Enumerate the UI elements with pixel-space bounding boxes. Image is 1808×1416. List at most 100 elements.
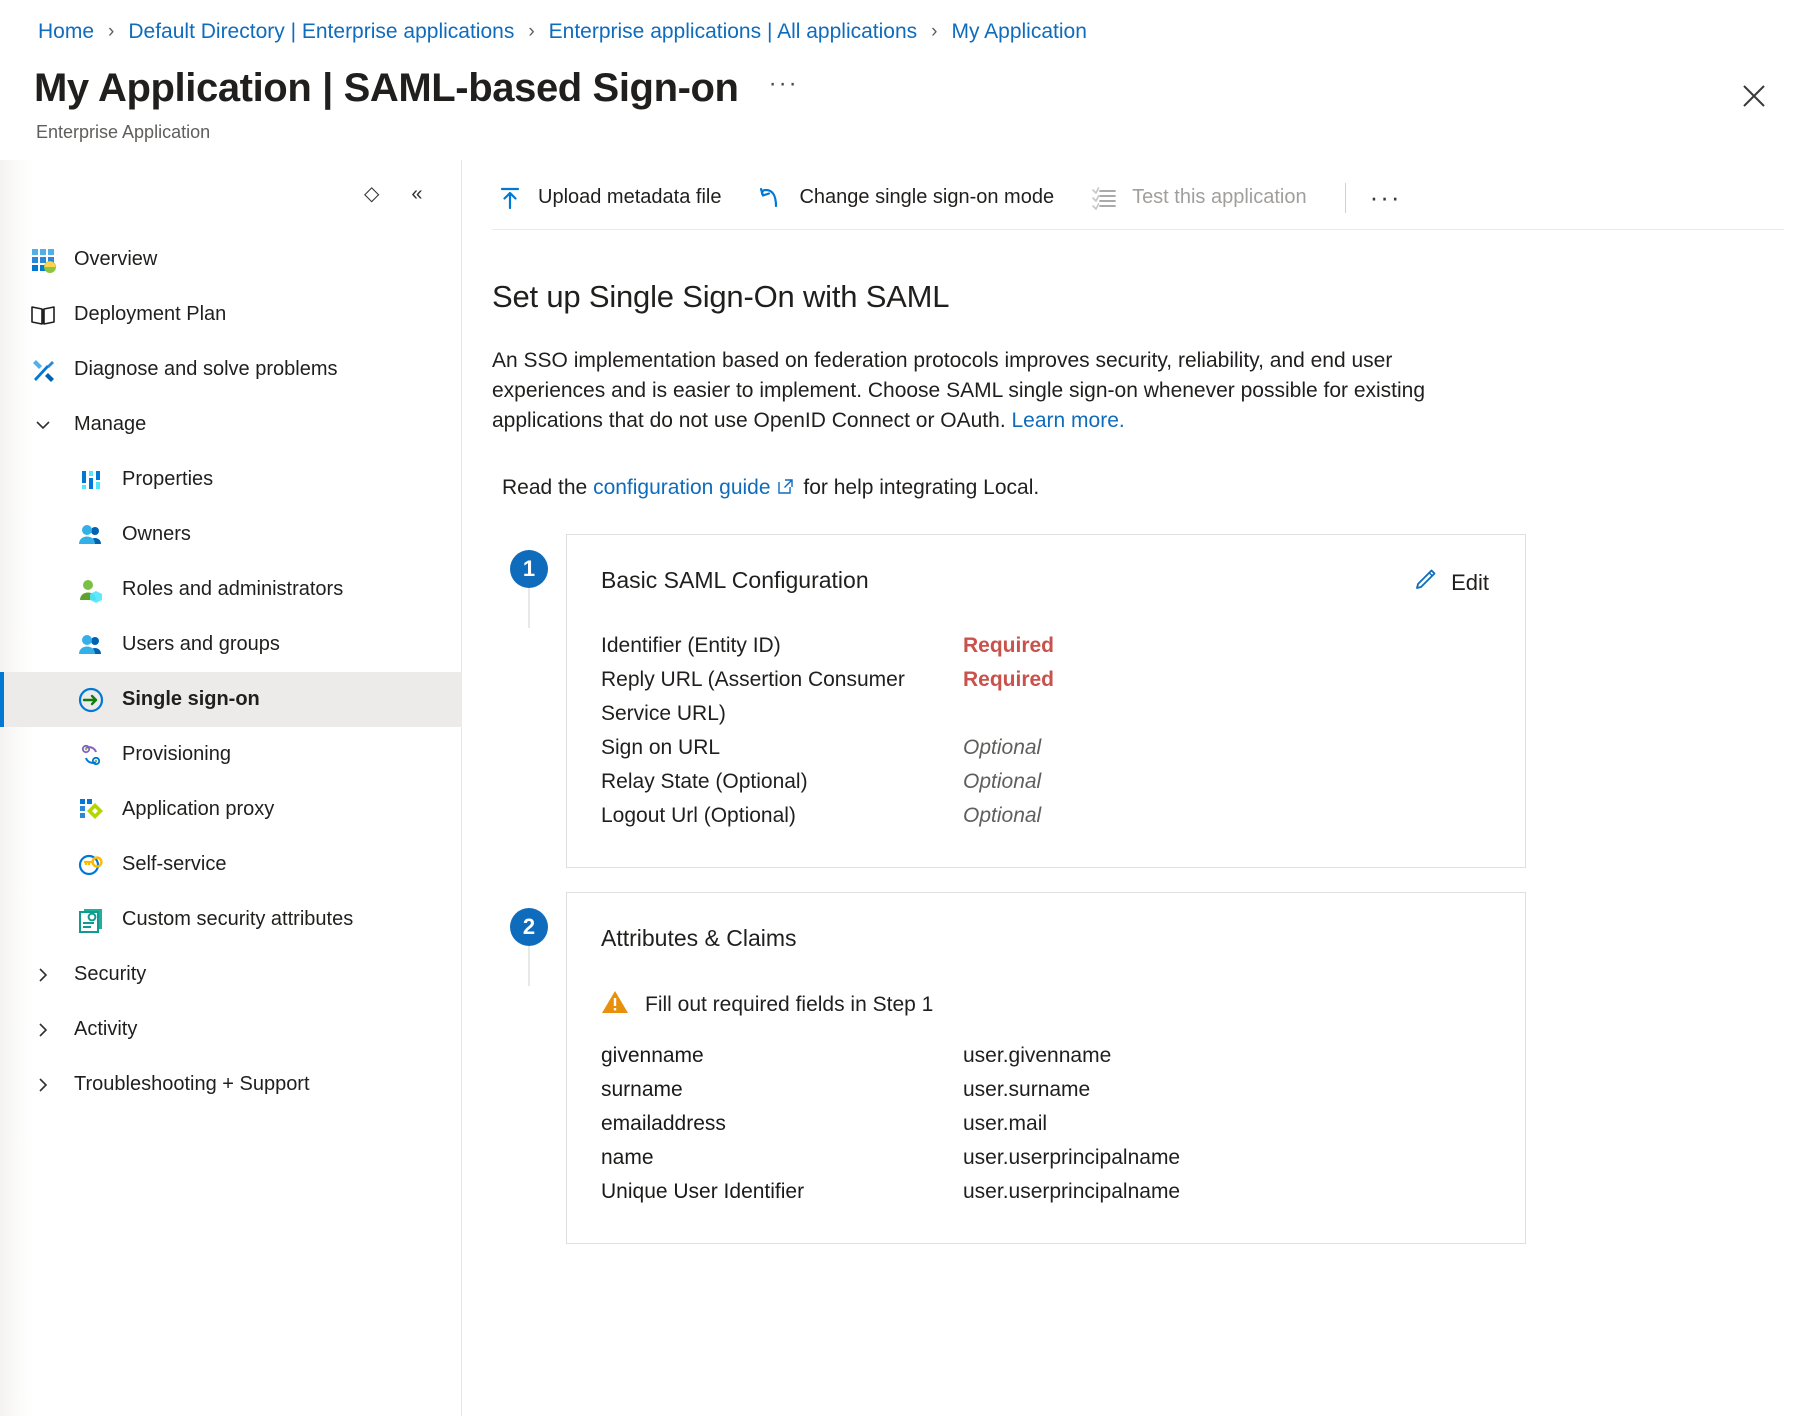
sidebar-item-label: Activity <box>74 1018 138 1040</box>
field-status: Optional <box>963 736 1042 759</box>
breadcrumb-item-my-application[interactable]: My Application <box>951 18 1086 46</box>
sidebar-item-label: Diagnose and solve problems <box>74 358 338 380</box>
sidebar-group-troubleshooting-support[interactable]: Troubleshooting + Support <box>0 1057 462 1112</box>
breadcrumb-item-default-directory[interactable]: Default Directory | Enterprise applicati… <box>128 18 514 46</box>
table-row: Identifier (Entity ID) Required <box>601 629 1491 663</box>
sidebar-item-diagnose-and-solve-problems[interactable]: Diagnose and solve problems <box>0 342 462 397</box>
sidebar-item-provisioning[interactable]: Provisioning <box>0 727 462 782</box>
sidebar-group-security[interactable]: Security <box>0 947 462 1002</box>
owners-icon <box>76 520 106 550</box>
claim-value: user.givenname <box>963 1044 1112 1067</box>
undo-icon <box>757 184 785 212</box>
command-label: Change single sign-on mode <box>799 186 1055 208</box>
sidebar-item-label: Provisioning <box>122 743 231 765</box>
step-number-badge: 1 <box>510 550 548 588</box>
test-this-application-button[interactable]: Test this application <box>1086 176 1325 220</box>
sidebar-item-deployment-plan[interactable]: Deployment Plan <box>0 287 462 342</box>
sidebar-item-users-and-groups[interactable]: Users and groups <box>0 617 462 672</box>
table-row: name user.userprincipalname <box>601 1141 1491 1175</box>
pencil-icon <box>1412 567 1438 599</box>
chevron-down-icon <box>28 416 58 434</box>
sidebar-item-single-sign-on[interactable]: Single sign-on <box>0 672 462 727</box>
users-groups-icon <box>76 630 106 660</box>
required-fields-warning: Fill out required fields in Step 1 <box>601 989 1491 1021</box>
field-label: Reply URL (Assertion Consumer Service UR… <box>601 668 905 725</box>
step-number-badge: 2 <box>510 908 548 946</box>
sidebar-item-label: Owners <box>122 523 191 545</box>
claim-value: user.mail <box>963 1112 1048 1135</box>
sidebar-item-label: Self-service <box>122 853 227 875</box>
command-label: Test this application <box>1132 186 1307 208</box>
edit-basic-saml-configuration-button[interactable]: Edit <box>1412 567 1489 599</box>
breadcrumb-separator: › <box>108 21 115 42</box>
breadcrumb-item-enterprise-applications[interactable]: Enterprise applications | All applicatio… <box>549 18 918 46</box>
chevron-right-icon <box>28 966 58 984</box>
table-row: Logout Url (Optional) Optional <box>601 799 1491 833</box>
upload-metadata-file-button[interactable]: Upload metadata file <box>492 176 739 220</box>
configuration-guide-link[interactable]: configuration guide <box>593 476 770 499</box>
sidebar-group-activity[interactable]: Activity <box>0 1002 462 1057</box>
step-attributes-and-claims: 2 Attributes & Claims Fill out required … <box>492 892 1808 1244</box>
field-label: Relay State (Optional) <box>601 770 808 793</box>
breadcrumb-separator: › <box>931 21 938 42</box>
provisioning-icon <box>76 740 106 770</box>
intro-paragraph-text: An SSO implementation based on federatio… <box>492 349 1426 432</box>
field-label: Identifier (Entity ID) <box>601 634 781 657</box>
sidebar-item-label: Security <box>74 963 147 985</box>
sidebar-group-manage[interactable]: Manage <box>0 397 462 452</box>
chevron-right-icon <box>28 1021 58 1039</box>
intro-paragraph: An SSO implementation based on federatio… <box>492 346 1502 436</box>
sidebar-item-custom-security-attributes[interactable]: Custom security attributes <box>0 892 462 947</box>
resize-handle-icon[interactable]: ◇ <box>364 184 379 204</box>
sidebar-item-self-service[interactable]: Self-service <box>0 837 462 892</box>
sidebar-item-label: Roles and administrators <box>122 578 344 600</box>
sidebar-item-label: Properties <box>122 468 214 490</box>
claim-name: Unique User Identifier <box>601 1180 805 1203</box>
table-row: Sign on URL Optional <box>601 731 1491 765</box>
application-proxy-icon <box>76 795 106 825</box>
table-row: givenname user.givenname <box>601 1039 1491 1073</box>
warning-text: Fill out required fields in Step 1 <box>645 993 934 1016</box>
sidebar-item-label: Overview <box>74 248 158 270</box>
sidebar-item-roles-and-administrators[interactable]: Roles and administrators <box>0 562 462 617</box>
breadcrumb-item-home[interactable]: Home <box>38 18 94 46</box>
overview-icon <box>28 245 58 275</box>
sidebar-item-owners[interactable]: Owners <box>0 507 462 562</box>
left-navigation-rail: ◇ « Overview Deployment Plan Diagnose an… <box>0 160 462 1416</box>
sidebar-item-overview[interactable]: Overview <box>0 232 462 287</box>
warning-icon <box>601 989 629 1021</box>
sidebar-item-label: Troubleshooting + Support <box>74 1073 310 1095</box>
sidebar-item-label: Manage <box>74 413 147 435</box>
claim-value: user.userprincipalname <box>963 1146 1181 1169</box>
close-icon[interactable] <box>1732 74 1776 118</box>
claim-name: surname <box>601 1078 683 1101</box>
diagnose-icon <box>28 355 58 385</box>
setup-steps: 1 Basic SAML Configuration Edit Identifi… <box>492 534 1808 1244</box>
claim-name: name <box>601 1146 654 1169</box>
page-title: My Application | SAML-based Sign-on <box>34 66 739 110</box>
claim-value: user.surname <box>963 1078 1091 1101</box>
basic-saml-configuration-card: Basic SAML Configuration Edit Identifier… <box>566 534 1526 868</box>
single-sign-on-icon <box>76 685 106 715</box>
field-status: Optional <box>963 804 1042 827</box>
table-row: Unique User Identifier user.userprincipa… <box>601 1175 1491 1209</box>
table-row: Reply URL (Assertion Consumer Service UR… <box>601 663 1491 731</box>
page-section-heading: Set up Single Sign-On with SAML <box>492 279 950 314</box>
title-more-icon[interactable]: ··· <box>769 70 799 98</box>
attributes-and-claims-card: Attributes & Claims Fill out required fi… <box>566 892 1526 1244</box>
step-gutter: 1 <box>492 534 566 628</box>
learn-more-link[interactable]: Learn more. <box>1011 409 1124 432</box>
guide-prefix-text: Read the <box>502 476 594 499</box>
sidebar-item-application-proxy[interactable]: Application proxy <box>0 782 462 837</box>
card-title: Basic SAML Configuration <box>601 567 869 593</box>
table-row: Relay State (Optional) Optional <box>601 765 1491 799</box>
breadcrumb: Home › Default Directory | Enterprise ap… <box>38 18 1087 46</box>
sidebar-item-properties[interactable]: Properties <box>0 452 462 507</box>
saml-sso-blade: Home › Default Directory | Enterprise ap… <box>0 0 1808 1416</box>
collapse-icon[interactable]: « <box>411 184 422 204</box>
change-single-sign-on-mode-button[interactable]: Change single sign-on mode <box>753 176 1072 220</box>
sidebar-item-label: Users and groups <box>122 633 280 655</box>
command-bar-more-icon[interactable]: ··· <box>1362 178 1410 218</box>
roles-icon <box>76 575 106 605</box>
table-row: emailaddress user.mail <box>601 1107 1491 1141</box>
